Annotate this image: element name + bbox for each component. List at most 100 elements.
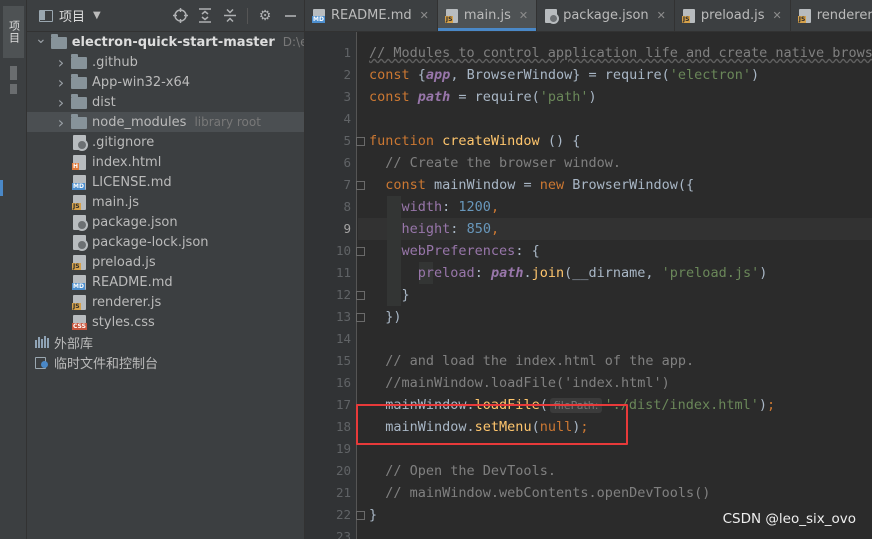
close-icon[interactable]: ✕	[657, 9, 666, 22]
watermark: CSDN @leo_six_ovo	[722, 511, 856, 527]
code-line[interactable]: }	[358, 284, 872, 306]
tree-item[interactable]: 临时文件和控制台	[27, 352, 304, 372]
code-token: ;	[767, 397, 776, 413]
tree-item[interactable]: › .github	[27, 52, 304, 72]
line-number: 18	[335, 419, 351, 434]
code-line[interactable]	[358, 328, 872, 350]
tree-item-label: dist	[92, 94, 116, 110]
code-token: const	[369, 67, 418, 83]
tree-item-label: package-lock.json	[92, 234, 209, 250]
chevron-right-icon[interactable]: ›	[55, 53, 67, 72]
tree-item[interactable]: JS renderer.js	[27, 292, 304, 312]
annotation-red-box	[356, 404, 628, 445]
tree-item[interactable]: MD README.md	[27, 272, 304, 292]
code-line[interactable]: preload: path.join(__dirname, 'preload.j…	[358, 262, 872, 284]
close-icon[interactable]: ✕	[420, 9, 429, 22]
chevron-right-icon[interactable]: ›	[55, 93, 67, 112]
code-token: createWindow	[442, 133, 540, 149]
md-file-icon: MD	[72, 174, 86, 190]
line-number: 19	[335, 441, 351, 456]
tree-item-hint: D:\electron	[282, 35, 304, 49]
tree-item[interactable]: JS main.js	[27, 192, 304, 212]
code-line[interactable]: const path = require('path')	[358, 86, 872, 108]
code-line[interactable]: webPreferences: {	[358, 240, 872, 262]
tree-item[interactable]: › node_modules library root	[27, 112, 304, 132]
code-line[interactable]: height: 850,	[358, 218, 872, 240]
chevron-right-icon[interactable]: ›	[55, 73, 67, 92]
code-line[interactable]: // and load the index.html of the app.	[358, 350, 872, 372]
code-token: , BrowserWindow} = require(	[450, 67, 670, 83]
line-number: 4	[343, 111, 351, 126]
html-file-icon: H	[72, 154, 86, 170]
close-icon[interactable]: ✕	[773, 9, 782, 22]
code-token: // mainWindow.webContents.openDevTools()	[385, 485, 711, 501]
code-line[interactable]: function createWindow () {	[358, 130, 872, 152]
line-number: 11	[335, 265, 351, 280]
tree-item[interactable]: MD LICENSE.md	[27, 172, 304, 192]
code-line[interactable]: const {app, BrowserWindow} = require('el…	[358, 64, 872, 86]
tree-item-label: 外部库	[54, 336, 94, 352]
code-line[interactable]: //mainWindow.loadFile('index.html')	[358, 372, 872, 394]
crosshair-icon[interactable]	[172, 8, 188, 24]
tree-item[interactable]: Hindex.html	[27, 152, 304, 172]
tree-item[interactable]: package.json	[27, 212, 304, 232]
code-line[interactable]: // Open the DevTools.	[358, 460, 872, 482]
tool-strip-selection	[0, 180, 3, 196]
line-number: 23	[335, 529, 351, 539]
code-area[interactable]: // Modules to control application life a…	[358, 32, 872, 539]
tree-item[interactable]: 外部库	[27, 332, 304, 352]
project-panel-title[interactable]: 项目	[59, 6, 85, 25]
gear-icon[interactable]: ⚙	[257, 8, 273, 24]
code-token: 'preload.js'	[661, 265, 760, 281]
code-line[interactable]: const mainWindow = new BrowserWindow({	[358, 174, 872, 196]
line-number: 2	[343, 67, 351, 82]
editor-tab[interactable]: JS main.js ✕	[437, 0, 538, 31]
collapse-all-icon[interactable]	[222, 8, 238, 24]
tree-item-label: main.js	[92, 194, 139, 210]
code-token: :	[450, 221, 467, 237]
tree-item[interactable]: › dist	[27, 92, 304, 112]
toolbar-separator	[247, 7, 248, 24]
tree-item[interactable]: ⌄ electron-quick-start-master D:\electron	[27, 31, 304, 52]
chevron-down-icon[interactable]: ▼	[93, 10, 101, 21]
folder-icon	[50, 33, 67, 49]
code-line[interactable]: // Modules to control application life a…	[358, 42, 872, 64]
editor-tab[interactable]: package.json ✕	[537, 0, 675, 31]
project-panel-header: 项目 ▼ ⚙	[27, 0, 304, 32]
project-tool-tab[interactable]: 项目	[3, 6, 24, 58]
editor-tab[interactable]: JSrenderer.js✕	[791, 0, 872, 31]
tree-item[interactable]: JS preload.js	[27, 252, 304, 272]
tree-item[interactable]: CSS styles.css	[27, 312, 304, 332]
tree-item-hint: library root	[194, 115, 261, 129]
code-line[interactable]: // mainWindow.webContents.openDevTools()	[358, 482, 872, 504]
chevron-right-icon[interactable]: ›	[55, 113, 67, 132]
code-token: width	[401, 199, 443, 215]
config-file-icon	[73, 214, 88, 231]
tree-item[interactable]: package-lock.json	[27, 232, 304, 252]
line-number: 5	[343, 133, 351, 148]
editor-tab[interactable]: JS preload.js ✕	[675, 0, 791, 31]
line-number: 6	[343, 155, 351, 170]
tree-item-label: LICENSE.md	[92, 174, 172, 190]
tree-item-label: App-win32-x64	[92, 74, 191, 90]
editor-tab[interactable]: MD README.md ✕	[305, 0, 438, 31]
code-line[interactable]	[358, 108, 872, 130]
chevron-down-icon[interactable]: ⌄	[35, 31, 47, 47]
code-token: webPreferences	[401, 243, 516, 259]
tree-item-label: preload.js	[92, 254, 156, 270]
line-number-gutter: 1 2 3 4 5 6 7 8 9 10 11 12 13 14 15 16 17 18 19 20 21 22 23	[305, 32, 365, 539]
code-line[interactable]: width: 1200,	[358, 196, 872, 218]
expand-all-icon[interactable]	[197, 8, 213, 24]
tree-item[interactable]: › App-win32-x64	[27, 72, 304, 92]
code-line[interactable]	[358, 526, 872, 539]
tree-item[interactable]: .gitignore	[27, 132, 304, 152]
close-icon[interactable]: ✕	[519, 9, 528, 22]
code-line[interactable]: })	[358, 306, 872, 328]
tree-item-label: .github	[92, 54, 138, 70]
code-line[interactable]: // Create the browser window.	[358, 152, 872, 174]
minimize-icon[interactable]	[282, 8, 298, 24]
code-token: mainWindow =	[434, 177, 540, 193]
tree-item-label: index.html	[92, 154, 162, 170]
